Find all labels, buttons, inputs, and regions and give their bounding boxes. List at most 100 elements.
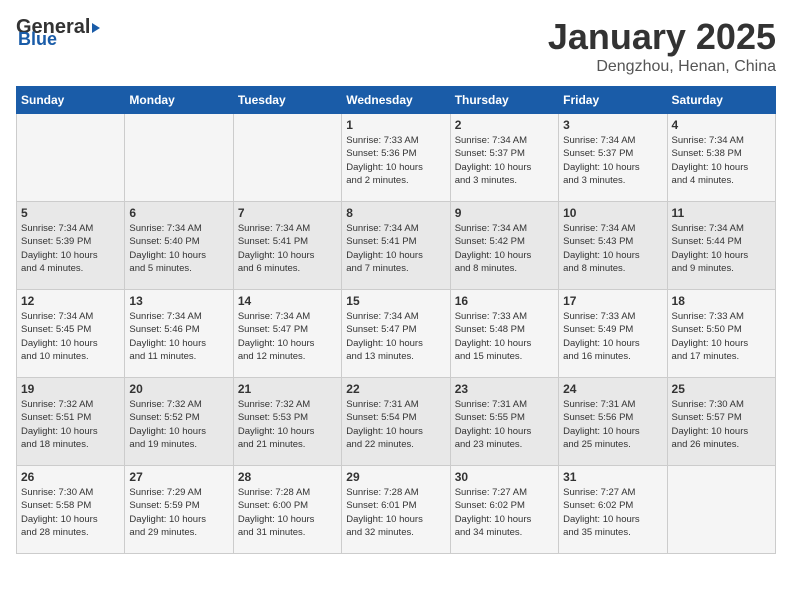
table-cell: 6 Sunrise: 7:34 AMSunset: 5:40 PMDaylight… [125, 202, 233, 290]
table-cell: 9 Sunrise: 7:34 AMSunset: 5:42 PMDaylight… [450, 202, 558, 290]
day-info: Sunrise: 7:33 AMSunset: 5:50 PMDaylight:… [672, 310, 771, 363]
day-info: Sunrise: 7:28 AMSunset: 6:00 PMDaylight:… [238, 486, 337, 539]
logo: General Blue [16, 16, 100, 50]
day-number: 26 [21, 470, 120, 484]
day-info: Sunrise: 7:31 AMSunset: 5:55 PMDaylight:… [455, 398, 554, 451]
table-cell: 5 Sunrise: 7:34 AMSunset: 5:39 PMDaylight… [17, 202, 125, 290]
col-sunday: Sunday [17, 87, 125, 114]
calendar-table: Sunday Monday Tuesday Wednesday Thursday… [16, 86, 776, 554]
table-cell: 7Sunrise: 7:34 AMSunset: 5:41 PMDaylight… [233, 202, 341, 290]
day-info: Sunrise: 7:34 AMSunset: 5:42 PMDaylight:… [455, 222, 554, 275]
day-number: 13 [129, 294, 228, 308]
table-cell [125, 114, 233, 202]
table-cell: 8 Sunrise: 7:34 AMSunset: 5:41 PMDaylight… [342, 202, 450, 290]
table-cell: 19 Sunrise: 7:32 AMSunset: 5:51 PMDayligh… [17, 378, 125, 466]
day-info: Sunrise: 7:34 AMSunset: 5:39 PMDaylight:… [21, 222, 120, 275]
day-info: Sunrise: 7:34 AMSunset: 5:46 PMDaylight:… [129, 310, 228, 363]
day-info: Sunrise: 7:27 AMSunset: 6:02 PMDaylight:… [455, 486, 554, 539]
table-cell: 17Sunrise: 7:33 AMSunset: 5:49 PMDayligh… [559, 290, 667, 378]
day-info: Sunrise: 7:34 AMSunset: 5:45 PMDaylight:… [21, 310, 120, 363]
week-row-1: 1Sunrise: 7:33 AMSunset: 5:36 PMDaylight… [17, 114, 776, 202]
table-cell: 23 Sunrise: 7:31 AMSunset: 5:55 PMDayligh… [450, 378, 558, 466]
table-cell: 31 Sunrise: 7:27 AMSunset: 6:02 PMDayligh… [559, 466, 667, 554]
day-number: 8 [346, 206, 445, 220]
day-number: 28 [238, 470, 337, 484]
col-saturday: Saturday [667, 87, 775, 114]
day-number: 29 [346, 470, 445, 484]
table-cell: 24 Sunrise: 7:31 AMSunset: 5:56 PMDayligh… [559, 378, 667, 466]
col-tuesday: Tuesday [233, 87, 341, 114]
day-info: Sunrise: 7:34 AMSunset: 5:43 PMDaylight:… [563, 222, 662, 275]
table-cell: 28 Sunrise: 7:28 AMSunset: 6:00 PMDayligh… [233, 466, 341, 554]
table-cell: 14 Sunrise: 7:34 AMSunset: 5:47 PMDayligh… [233, 290, 341, 378]
col-wednesday: Wednesday [342, 87, 450, 114]
day-number: 5 [21, 206, 120, 220]
day-info: Sunrise: 7:34 AMSunset: 5:47 PMDaylight:… [346, 310, 445, 363]
day-info: Sunrise: 7:33 AMSunset: 5:48 PMDaylight:… [455, 310, 554, 363]
day-info: Sunrise: 7:34 AMSunset: 5:40 PMDaylight:… [129, 222, 228, 275]
week-row-2: 5 Sunrise: 7:34 AMSunset: 5:39 PMDaylight… [17, 202, 776, 290]
day-number: 27 [129, 470, 228, 484]
table-cell: 29 Sunrise: 7:28 AMSunset: 6:01 PMDayligh… [342, 466, 450, 554]
day-number: 25 [672, 382, 771, 396]
day-info: Sunrise: 7:28 AMSunset: 6:01 PMDaylight:… [346, 486, 445, 539]
page-header: General Blue January 2025 Dengzhou, Hena… [16, 16, 776, 76]
day-info: Sunrise: 7:33 AMSunset: 5:49 PMDaylight:… [563, 310, 662, 363]
day-number: 31 [563, 470, 662, 484]
calendar-subtitle: Dengzhou, Henan, China [548, 58, 776, 76]
day-info: Sunrise: 7:34 AMSunset: 5:47 PMDaylight:… [238, 310, 337, 363]
day-number: 18 [672, 294, 771, 308]
title-area: January 2025 Dengzhou, Henan, China [548, 16, 776, 76]
table-cell [667, 466, 775, 554]
day-info: Sunrise: 7:34 AMSunset: 5:37 PMDaylight:… [455, 134, 554, 187]
day-info: Sunrise: 7:32 AMSunset: 5:52 PMDaylight:… [129, 398, 228, 451]
day-number: 24 [563, 382, 662, 396]
table-cell: 11Sunrise: 7:34 AMSunset: 5:44 PMDayligh… [667, 202, 775, 290]
day-info: Sunrise: 7:32 AMSunset: 5:51 PMDaylight:… [21, 398, 120, 451]
calendar-title: January 2025 [548, 16, 776, 58]
table-cell [233, 114, 341, 202]
week-row-4: 19 Sunrise: 7:32 AMSunset: 5:51 PMDayligh… [17, 378, 776, 466]
table-cell: 27 Sunrise: 7:29 AMSunset: 5:59 PMDayligh… [125, 466, 233, 554]
table-cell: 12Sunrise: 7:34 AMSunset: 5:45 PMDayligh… [17, 290, 125, 378]
day-number: 9 [455, 206, 554, 220]
day-number: 4 [672, 118, 771, 132]
day-number: 20 [129, 382, 228, 396]
table-cell: 13 Sunrise: 7:34 AMSunset: 5:46 PMDayligh… [125, 290, 233, 378]
table-cell: 20 Sunrise: 7:32 AMSunset: 5:52 PMDayligh… [125, 378, 233, 466]
day-info: Sunrise: 7:31 AMSunset: 5:54 PMDaylight:… [346, 398, 445, 451]
day-number: 7 [238, 206, 337, 220]
day-number: 14 [238, 294, 337, 308]
day-number: 3 [563, 118, 662, 132]
day-number: 10 [563, 206, 662, 220]
day-info: Sunrise: 7:30 AMSunset: 5:58 PMDaylight:… [21, 486, 120, 539]
table-cell: 3 Sunrise: 7:34 AMSunset: 5:37 PMDaylight… [559, 114, 667, 202]
week-row-5: 26 Sunrise: 7:30 AMSunset: 5:58 PMDayligh… [17, 466, 776, 554]
table-cell: 2 Sunrise: 7:34 AMSunset: 5:37 PMDaylight… [450, 114, 558, 202]
table-cell: 22 Sunrise: 7:31 AMSunset: 5:54 PMDayligh… [342, 378, 450, 466]
day-number: 30 [455, 470, 554, 484]
table-cell: 4 Sunrise: 7:34 AMSunset: 5:38 PMDaylight… [667, 114, 775, 202]
table-cell: 25Sunrise: 7:30 AMSunset: 5:57 PMDayligh… [667, 378, 775, 466]
day-number: 19 [21, 382, 120, 396]
table-cell: 26 Sunrise: 7:30 AMSunset: 5:58 PMDayligh… [17, 466, 125, 554]
day-info: Sunrise: 7:34 AMSunset: 5:37 PMDaylight:… [563, 134, 662, 187]
calendar-header-row: Sunday Monday Tuesday Wednesday Thursday… [17, 87, 776, 114]
table-cell [17, 114, 125, 202]
logo-blue-text: Blue [18, 29, 57, 50]
table-cell: 21 Sunrise: 7:32 AMSunset: 5:53 PMDayligh… [233, 378, 341, 466]
day-info: Sunrise: 7:29 AMSunset: 5:59 PMDaylight:… [129, 486, 228, 539]
day-info: Sunrise: 7:34 AMSunset: 5:41 PMDaylight:… [346, 222, 445, 275]
day-info: Sunrise: 7:31 AMSunset: 5:56 PMDaylight:… [563, 398, 662, 451]
day-number: 21 [238, 382, 337, 396]
day-number: 1 [346, 118, 445, 132]
day-info: Sunrise: 7:32 AMSunset: 5:53 PMDaylight:… [238, 398, 337, 451]
day-number: 22 [346, 382, 445, 396]
day-info: Sunrise: 7:34 AMSunset: 5:44 PMDaylight:… [672, 222, 771, 275]
day-number: 6 [129, 206, 228, 220]
day-number: 23 [455, 382, 554, 396]
day-info: Sunrise: 7:27 AMSunset: 6:02 PMDaylight:… [563, 486, 662, 539]
day-number: 16 [455, 294, 554, 308]
day-info: Sunrise: 7:34 AMSunset: 5:38 PMDaylight:… [672, 134, 771, 187]
day-number: 2 [455, 118, 554, 132]
